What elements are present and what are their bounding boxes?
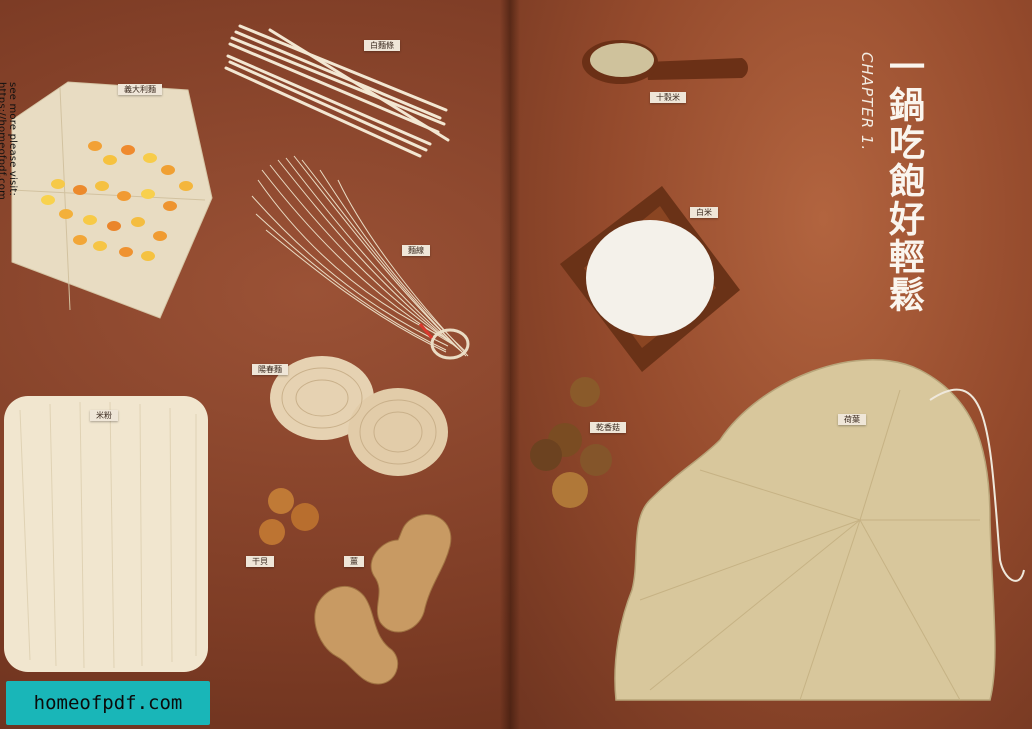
- yangchun-nests: [270, 356, 448, 476]
- thin-noodle-loop: [430, 328, 470, 360]
- shiitake-mushrooms: [530, 377, 612, 508]
- label-thin-noodle: 麵線: [402, 245, 430, 256]
- watermark-badge[interactable]: homeofpdf.com: [6, 681, 210, 725]
- watermark-side-text: see more please visit: https://homeofpdf…: [0, 82, 18, 201]
- label-rice-vermicelli: 米粉: [90, 410, 118, 421]
- lotus-leaf: [614, 359, 1025, 701]
- label-lotus-leaf: 荷葉: [838, 414, 866, 425]
- white-noodles: [224, 24, 450, 158]
- rice-vermicelli-block: [4, 396, 208, 672]
- label-pasta: 義大利麵: [118, 84, 162, 95]
- chapter-title: 一鍋吃飽好輕鬆: [883, 48, 924, 314]
- ginger-root: [314, 514, 452, 685]
- label-shiitake: 乾香菇: [590, 422, 626, 433]
- chapter-label: CHAPTER 1.: [858, 52, 876, 152]
- label-grains: 十穀米: [650, 92, 686, 103]
- dried-scallops: [259, 488, 319, 545]
- label-white-noodle: 白麵條: [364, 40, 400, 51]
- label-ginger: 薑: [344, 556, 364, 567]
- grain-spoon: [582, 40, 748, 84]
- thin-noodles: [251, 155, 469, 357]
- label-scallop: 干貝: [246, 556, 274, 567]
- label-white-rice: 白米: [690, 207, 718, 218]
- label-yangchun-noodle: 陽春麵: [252, 364, 288, 375]
